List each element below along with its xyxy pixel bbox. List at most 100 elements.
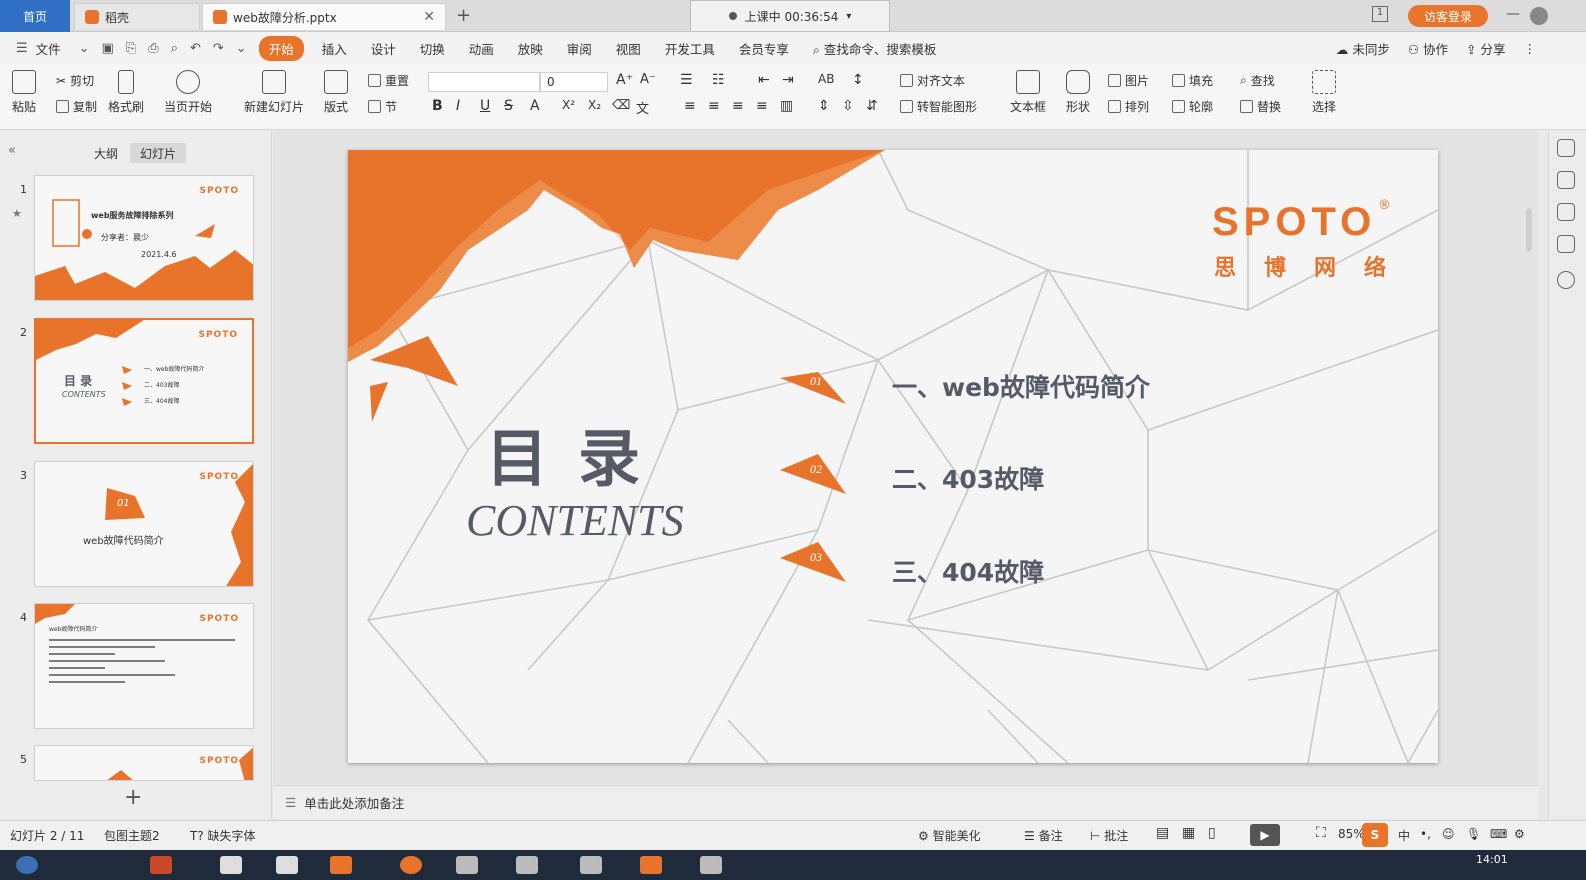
slide-icon[interactable] — [1557, 235, 1575, 253]
vertical-scrollbar[interactable] — [1523, 140, 1535, 770]
para-after-icon[interactable]: ⇵ — [866, 98, 878, 114]
shape-button[interactable]: 形状 — [1066, 70, 1090, 115]
slide-thumb-1[interactable]: SPOTO web服务故障排除系列 分享者：晨少 2021.4.6 — [34, 175, 254, 301]
sync-button[interactable]: ☁ 未同步 — [1336, 39, 1390, 58]
minimize-icon[interactable]: — — [1506, 6, 1520, 22]
start-icon[interactable] — [16, 856, 38, 874]
help-icon[interactable] — [1557, 271, 1575, 289]
outline-button[interactable]: 轮廓 — [1172, 98, 1213, 115]
tools-icon[interactable]: ⚙ — [1514, 827, 1525, 841]
taskbar-app-icon[interactable] — [220, 856, 242, 874]
distribute-icon[interactable]: ▥ — [780, 98, 793, 114]
chevron-down-icon[interactable]: ⌄ — [230, 41, 253, 56]
text-direction-icon[interactable]: AB — [818, 72, 834, 86]
taskbar-app-icon[interactable] — [456, 856, 478, 874]
tab-home[interactable]: 首页 — [0, 0, 70, 32]
slide-thumb-3[interactable]: SPOTO 01 web故障代码简介 — [34, 461, 254, 587]
toc-item[interactable]: 一、web故障代码简介 — [892, 368, 1150, 404]
hamburger-icon[interactable]: ☰ — [10, 41, 34, 56]
underline-icon[interactable]: U — [480, 98, 490, 114]
add-slide-button[interactable]: + — [124, 785, 142, 810]
tab-docer[interactable]: 稻壳 — [74, 3, 200, 30]
slide-canvas[interactable]: SPOTO ® 思博网络 目录 CONTENTS 01 02 03 一、web故… — [273, 131, 1538, 784]
font-name-select[interactable] — [428, 72, 540, 92]
share-icon[interactable] — [1557, 171, 1575, 189]
textbox-button[interactable]: 文本框 — [1010, 70, 1046, 115]
cut-button[interactable]: ✂ 剪切 — [56, 72, 94, 89]
fill-button[interactable]: 填充 — [1172, 72, 1213, 89]
play-from-current-button[interactable]: 当页开始 — [164, 70, 212, 115]
align-right-icon[interactable]: ≡ — [732, 98, 744, 114]
section-button[interactable]: 节 — [368, 98, 397, 115]
paste-button[interactable]: 粘贴 — [12, 70, 36, 115]
toc-item[interactable]: 二、403故障 — [892, 460, 1044, 496]
close-icon[interactable]: ✕ — [423, 9, 435, 25]
format-painter-button[interactable]: 格式刷 — [108, 70, 144, 115]
reading-view-icon[interactable]: ▯ — [1208, 825, 1216, 841]
save-icon[interactable]: ▣ — [96, 41, 120, 56]
more-icon[interactable]: ⋮ — [1524, 41, 1537, 56]
notes-bar[interactable]: ☰ 单击此处添加备注 — [273, 785, 1538, 819]
replace-button[interactable]: 替换 — [1240, 98, 1281, 115]
undo-icon[interactable]: ↶ — [184, 41, 207, 56]
menu-developer[interactable]: 开发工具 — [653, 39, 727, 58]
taskbar-app-icon[interactable] — [700, 856, 722, 874]
find-button[interactable]: ⌕ 查找 — [1240, 72, 1275, 89]
layout-button[interactable]: 版式 — [324, 70, 348, 115]
taskbar-app-icon[interactable] — [330, 856, 352, 874]
font-shrink-icon[interactable]: A⁻ — [640, 72, 656, 87]
keyboard-icon[interactable]: ⌨ — [1490, 827, 1507, 841]
slide[interactable]: SPOTO ® 思博网络 目录 CONTENTS 01 02 03 一、web故… — [348, 150, 1438, 763]
properties-icon[interactable] — [1557, 139, 1575, 157]
scroll-thumb[interactable] — [1526, 208, 1532, 252]
tab-document[interactable]: web故障分析.pptx ✕ — [202, 3, 446, 30]
align-center-icon[interactable]: ≡ — [708, 98, 720, 114]
font-grow-icon[interactable]: A⁺ — [616, 72, 633, 88]
tab-slides[interactable]: 幻灯片 — [130, 143, 186, 163]
menu-view[interactable]: 视图 — [604, 39, 653, 58]
phonetic-icon[interactable]: 文 — [636, 98, 649, 117]
play-slideshow-button[interactable]: ▶ — [1250, 824, 1280, 846]
fit-window-icon[interactable]: ⛶ — [1316, 825, 1326, 841]
font-color-icon[interactable]: A — [530, 98, 540, 114]
menu-review[interactable]: 审阅 — [555, 39, 604, 58]
star-icon[interactable] — [1557, 203, 1575, 221]
picture-button[interactable]: 图片 — [1108, 72, 1149, 89]
menu-member[interactable]: 会员专享 — [727, 39, 801, 58]
arrange-button[interactable]: 排列 — [1108, 98, 1149, 115]
taskbar-app-icon[interactable] — [276, 856, 298, 874]
emoji-icon[interactable]: ☺ — [1442, 827, 1455, 841]
output-pdf-icon[interactable]: ⎘ — [120, 41, 142, 56]
slide-thumb-5[interactable]: SPOTO — [34, 745, 254, 781]
indent-icon[interactable]: ⇥ — [782, 72, 794, 88]
share-button[interactable]: ⇪ 分享 — [1466, 39, 1505, 58]
normal-view-icon[interactable]: ▤ — [1156, 825, 1169, 841]
taskbar-app-icon[interactable] — [640, 856, 662, 874]
ime-mode-icon[interactable]: 中 — [1398, 827, 1410, 844]
menu-animation[interactable]: 动画 — [457, 39, 506, 58]
print-preview-icon[interactable]: ⌕ — [165, 41, 184, 56]
menu-home[interactable]: 开始 — [258, 35, 304, 61]
strikethrough-icon[interactable]: S — [504, 98, 513, 114]
copy-button[interactable]: 复制 — [56, 98, 97, 115]
para-spacing-icon[interactable]: ⇕ — [818, 98, 830, 114]
para-before-icon[interactable]: ⇳ — [842, 98, 854, 114]
eraser-icon[interactable]: ⌫ — [612, 98, 630, 113]
slide-title[interactable]: 目录 — [486, 408, 670, 498]
notes-button[interactable]: ☰ 备注 — [1024, 827, 1063, 844]
lesson-status[interactable]: 上课中 00:36:54 ▾ — [690, 0, 890, 32]
justify-icon[interactable]: ≡ — [756, 98, 768, 114]
align-left-icon[interactable]: ≡ — [684, 98, 696, 114]
menu-insert[interactable]: 插入 — [310, 39, 359, 58]
line-spacing-icon[interactable]: ↕ — [852, 72, 864, 88]
italic-icon[interactable]: I — [456, 98, 460, 114]
menu-file[interactable]: 文件 — [34, 39, 73, 58]
tab-outline[interactable]: 大纲 — [86, 143, 126, 163]
outdent-icon[interactable]: ⇤ — [758, 72, 770, 88]
align-text-button[interactable]: 对齐文本 — [900, 72, 965, 89]
sogou-ime-icon[interactable]: S — [1362, 823, 1388, 847]
missing-font-button[interactable]: T? 缺失字体 — [190, 827, 256, 844]
theme-name[interactable]: 包图主题2 — [104, 827, 160, 844]
taskbar-app-icon[interactable] — [516, 856, 538, 874]
avatar[interactable] — [1530, 7, 1548, 25]
